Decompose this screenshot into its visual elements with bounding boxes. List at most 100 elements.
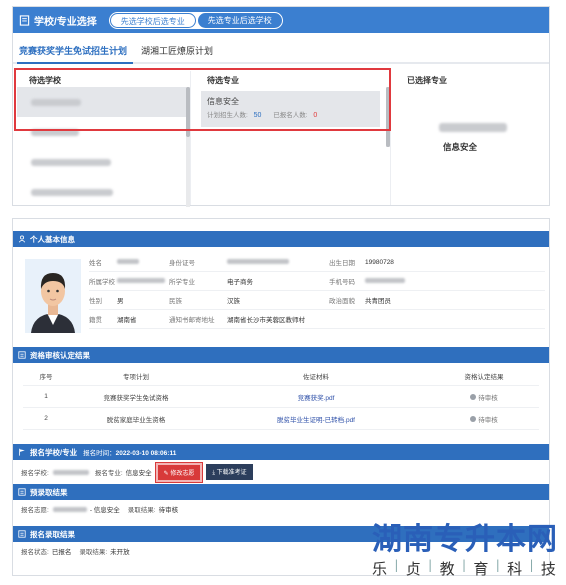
- row-no: 1: [44, 393, 48, 400]
- final-status-label: 报名状态:: [21, 549, 49, 556]
- major-item[interactable]: 信息安全 计划招生人数: 50 已报名人数: 0: [201, 91, 380, 127]
- evidence-file-link[interactable]: 竞赛获奖.pdf: [203, 392, 429, 402]
- origin-label: 籍贯: [89, 317, 102, 324]
- pre-school-value: [52, 506, 87, 512]
- watermark: 湖南专升本网 乐 | 贞 | 教 | 育 | 科 | 技: [372, 524, 562, 579]
- school-label: 所属学校: [89, 279, 115, 286]
- download-ticket-button[interactable]: ⤓ 下载准考证: [206, 464, 253, 480]
- pre-choice-label: 报名志愿:: [21, 507, 49, 514]
- candidate-schools-title: 待选学校: [29, 76, 61, 85]
- selection-mode-toggle: 先选学校后选专业 先选专业后选学校: [108, 11, 283, 29]
- row-status: 待审核: [470, 392, 498, 402]
- phone-value: [365, 278, 425, 285]
- pre-result-label: 录取结果:: [127, 507, 156, 514]
- address-value: 湖南省长沙市芙蓉区教师村: [227, 317, 305, 324]
- toggle-school-first[interactable]: 先选学校后选专业: [109, 12, 196, 28]
- apply-major-label: 报名专业:: [94, 470, 123, 477]
- chosen-school-name: [439, 123, 507, 132]
- plan-count-label: 计划招生人数:: [207, 112, 248, 119]
- major-label: 所学专业: [169, 279, 195, 286]
- school-item[interactable]: [17, 177, 189, 207]
- pre-admission-title: 预录取结果: [30, 487, 68, 497]
- school-item[interactable]: [17, 87, 189, 117]
- qualification-table: 序号 专项计划 佐证材料 资格认定结果 1 竞赛获奖学生免试资格 竞赛获奖.pd…: [23, 367, 539, 430]
- school-value: [117, 278, 169, 285]
- name-value: [117, 259, 169, 266]
- col-header-result: 资格认定结果: [464, 374, 504, 381]
- col-header-no: 序号: [39, 374, 53, 381]
- list-icon: [18, 488, 26, 496]
- watermark-char: 乐: [372, 560, 388, 578]
- name-label: 姓名: [89, 260, 102, 267]
- qualification-title: 资格审核认定结果: [30, 350, 90, 360]
- major-value: 电子商务: [227, 279, 253, 286]
- row-status-text: 待审核: [478, 416, 498, 424]
- applied-count-value: 0: [313, 112, 318, 119]
- id-value: [227, 259, 329, 266]
- chosen-major-title: 已选择专业: [407, 76, 447, 85]
- tab-competition-plan[interactable]: 竞赛获奖学生免试招生计划: [17, 44, 134, 64]
- apply-school-value: [52, 469, 89, 475]
- table-header-row: 序号 专项计划 佐证材料 资格认定结果: [23, 367, 539, 386]
- pre-admission-row: 报名志愿: - 信息安全 录取结果: 待审核: [13, 500, 549, 518]
- pending-icon: [470, 393, 477, 400]
- gender-value: 男: [117, 298, 124, 305]
- list-icon: [18, 530, 26, 538]
- major-stats: 计划招生人数: 50 已报名人数: 0: [207, 109, 374, 119]
- selection-header: 学校/专业选择 先选学校后选专业 先选专业后选学校: [13, 7, 549, 33]
- basic-info-header: 个人基本信息: [13, 231, 549, 247]
- download-ticket-label: 下载准考证: [216, 470, 247, 476]
- watermark-subtitle: 乐 | 贞 | 教 | 育 | 科 | 技: [372, 558, 556, 578]
- school-item[interactable]: [17, 117, 189, 147]
- apply-major-value: 信息安全: [125, 470, 152, 477]
- flag-icon: [19, 448, 25, 456]
- user-icon: [18, 235, 26, 243]
- pre-result-value: 待审核: [158, 507, 179, 514]
- candidate-majors-title: 待选专业: [207, 76, 239, 85]
- school-major-selection-panel: 学校/专业选择 先选学校后选专业 先选专业后选学校 竞赛获奖学生免试招生计划 湖…: [12, 6, 550, 207]
- ethnic-label: 民族: [169, 298, 182, 305]
- watermark-title: 湖南专升本网: [372, 522, 558, 557]
- col-header-plan: 专项计划: [123, 374, 149, 381]
- school-item[interactable]: [17, 147, 189, 177]
- plan-count-value: 50: [253, 112, 262, 119]
- avatar: [25, 259, 81, 333]
- apply-title: 报名学校/专业: [30, 447, 78, 457]
- politics-value: 共青团员: [365, 298, 391, 305]
- row-plan: 脱贫家庭毕业生资格: [106, 416, 166, 424]
- id-label: 身份证号: [169, 260, 195, 267]
- chosen-major-name: 信息安全: [443, 142, 478, 152]
- origin-value: 湖南省: [117, 317, 137, 324]
- evidence-file-link[interactable]: 脱贫毕业生证明-已转档.pdf: [203, 414, 429, 424]
- modify-application-button[interactable]: ✎ 修改志愿: [154, 461, 204, 483]
- document-icon: [19, 14, 30, 26]
- gender-label: 性别: [89, 298, 102, 305]
- row-status-text: 待审核: [478, 394, 498, 402]
- watermark-char: 贞: [405, 560, 421, 578]
- pre-admission-header: 预录取结果: [13, 484, 549, 500]
- selection-title: 学校/专业选择: [34, 16, 97, 28]
- candidate-majors-column: 待选专业 信息安全 计划招生人数: 50 已报名人数: 0: [191, 71, 391, 205]
- phone-label: 手机号码: [329, 279, 355, 286]
- candidate-schools-column: 待选学校: [13, 71, 191, 207]
- pending-icon: [470, 415, 477, 422]
- qualification-header: 资格审核认定结果: [13, 347, 549, 363]
- basic-info-title: 个人基本信息: [30, 234, 75, 244]
- final-status-value: 已报名: [51, 549, 72, 556]
- col-header-evidence: 佐证材料: [303, 374, 329, 381]
- school-list-scrollbar[interactable]: [186, 87, 190, 207]
- basic-info-grid: 姓名 身份证号 出生日期 19980728 所属学校 所学专业 电子商务 手机号…: [89, 253, 545, 329]
- table-row: 2 脱贫家庭毕业生资格 脱贫毕业生证明-已转档.pdf 待审核: [23, 408, 539, 430]
- birth-label: 出生日期: [329, 260, 355, 267]
- apply-time-label: 报名时间：: [83, 450, 116, 457]
- birth-value: 19980728: [365, 258, 394, 266]
- chosen-major-column: 已选择专业 信息安全: [391, 71, 549, 205]
- apply-time-value: 2022-03-10 08:06:11: [115, 450, 177, 457]
- row-status: 待审核: [470, 414, 498, 424]
- tab-craftsman-plan[interactable]: 湖湘工匠燎原计划: [139, 44, 219, 62]
- toggle-major-first[interactable]: 先选专业后选学校: [197, 12, 282, 28]
- watermark-char: 技: [540, 560, 556, 578]
- final-admission-title: 报名录取结果: [30, 529, 75, 539]
- major-list-scrollbar[interactable]: [386, 87, 390, 147]
- ethnic-value: 汉族: [227, 298, 240, 305]
